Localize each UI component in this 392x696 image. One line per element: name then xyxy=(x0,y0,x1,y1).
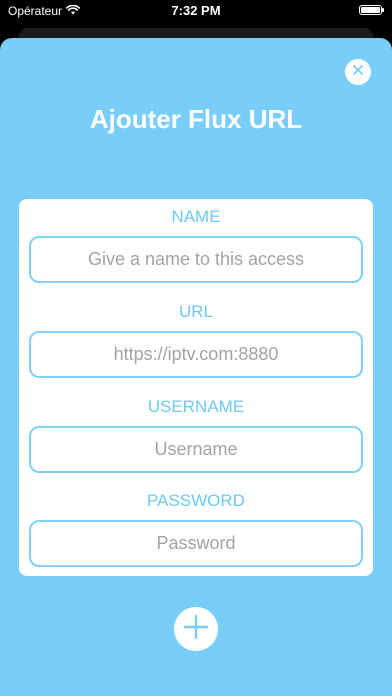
close-button[interactable] xyxy=(345,59,371,85)
username-input[interactable] xyxy=(29,426,363,473)
url-input[interactable] xyxy=(29,331,363,378)
username-label: USERNAME xyxy=(147,397,245,416)
name-label: NAME xyxy=(171,207,221,226)
password-input[interactable] xyxy=(29,520,363,567)
status-time: 7:32 PM xyxy=(171,3,221,18)
add-button[interactable] xyxy=(174,607,218,651)
close-icon xyxy=(352,63,364,81)
url-label: URL xyxy=(178,302,213,321)
status-bar: Opérateur 7:32 PM xyxy=(0,0,392,22)
form-card: NAME URL USERNAME PASSWORD xyxy=(19,199,373,576)
plus-icon xyxy=(183,614,209,645)
add-url-sheet: Ajouter Flux URL NAME URL USERNAME PASSW… xyxy=(0,38,392,696)
password-label: PASSWORD xyxy=(147,491,245,510)
battery-icon xyxy=(359,5,384,15)
battery-fill xyxy=(361,7,380,13)
sheet-title: Ajouter Flux URL xyxy=(89,104,303,134)
name-input[interactable] xyxy=(29,236,363,283)
